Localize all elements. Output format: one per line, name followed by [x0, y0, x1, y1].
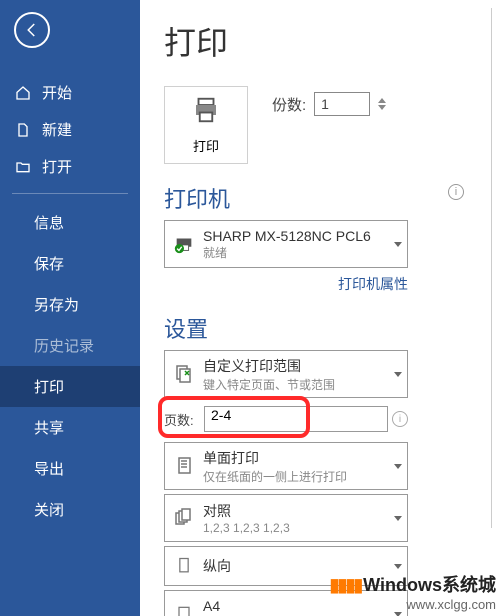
- pages-input[interactable]: 2-4: [204, 406, 388, 432]
- printer-icon: [189, 95, 223, 130]
- sidebar-item-save-as[interactable]: 另存为: [0, 284, 140, 325]
- sidebar-item-open[interactable]: 打开: [0, 148, 140, 185]
- pages-info-icon[interactable]: i: [392, 411, 408, 427]
- collate-main: 对照: [203, 501, 389, 521]
- folder-open-icon: [14, 158, 32, 176]
- printer-name: SHARP MX-5128NC PCL6: [203, 228, 389, 244]
- watermark-url: www.xclgg.com: [330, 597, 496, 612]
- chevron-down-icon: [389, 221, 407, 267]
- chevron-down-icon: [389, 351, 407, 397]
- sidebar-item-label: 新建: [42, 119, 72, 140]
- watermark: ▮▮▮▮Windows系统城 www.xclgg.com: [330, 571, 496, 612]
- sidebar-separator: [12, 193, 128, 194]
- printer-properties-link[interactable]: 打印机属性: [164, 274, 408, 294]
- back-button[interactable]: [14, 12, 50, 48]
- preview-divider: [491, 8, 492, 528]
- printer-status-icon: [165, 233, 203, 255]
- sidebar-item-info[interactable]: 信息: [0, 202, 140, 243]
- collate-icon: [165, 506, 203, 530]
- copies-label: 份数:: [272, 94, 306, 115]
- portrait-icon: [165, 554, 203, 578]
- sidebar-item-new[interactable]: 新建: [0, 111, 140, 148]
- page-title: 打印: [164, 18, 500, 64]
- printer-dropdown[interactable]: SHARP MX-5128NC PCL6 就绪: [164, 220, 408, 268]
- print-side-dropdown[interactable]: 单面打印 仅在纸面的一侧上进行打印: [164, 442, 408, 490]
- watermark-bars-icon: ▮▮▮▮: [330, 575, 362, 595]
- copies-down-button[interactable]: [378, 105, 386, 110]
- sidebar-item-close[interactable]: 关闭: [0, 489, 140, 530]
- collate-dropdown[interactable]: 对照 1,2,3 1,2,3 1,2,3: [164, 494, 408, 542]
- print-button[interactable]: 打印: [164, 86, 248, 164]
- sidebar-item-label: 开始: [42, 82, 72, 103]
- chevron-down-icon: [389, 443, 407, 489]
- paper-size-icon: [165, 602, 203, 616]
- settings-section-title: 设置: [164, 312, 500, 344]
- copies-up-button[interactable]: [378, 98, 386, 103]
- printer-info-icon[interactable]: i: [448, 184, 464, 200]
- file-icon: [14, 121, 32, 139]
- sidebar-item-label: 打开: [42, 156, 72, 177]
- sidebar-item-share[interactable]: 共享: [0, 407, 140, 448]
- sidebar-item-save[interactable]: 保存: [0, 243, 140, 284]
- print-side-sub: 仅在纸面的一侧上进行打印: [203, 468, 389, 485]
- home-icon: [14, 84, 32, 102]
- sidebar-item-history[interactable]: 历史记录: [0, 325, 140, 366]
- printer-section-title: 打印机: [164, 182, 230, 214]
- backstage-sidebar: 开始 新建 打开 信息 保存 另存为 历史记录 打印 共享 导出 关闭: [0, 0, 140, 616]
- print-range-sub: 键入特定页面、节或范围: [203, 376, 389, 393]
- print-side-main: 单面打印: [203, 448, 389, 468]
- sidebar-item-home[interactable]: 开始: [0, 74, 140, 111]
- printer-status: 就绪: [203, 244, 389, 261]
- pages-range-icon: [165, 362, 203, 386]
- print-range-dropdown[interactable]: 自定义打印范围 键入特定页面、节或范围: [164, 350, 408, 398]
- copies-input[interactable]: 1: [314, 92, 370, 116]
- print-range-main: 自定义打印范围: [203, 356, 389, 376]
- watermark-text: Windows系统城: [363, 575, 496, 595]
- chevron-down-icon: [389, 495, 407, 541]
- sidebar-item-export[interactable]: 导出: [0, 448, 140, 489]
- copies-spinner: [378, 98, 386, 110]
- print-panel: 打印 打印 份数: 1 打印机 i: [140, 0, 500, 616]
- pages-label: 页数:: [164, 410, 204, 429]
- collate-sub: 1,2,3 1,2,3 1,2,3: [203, 521, 389, 535]
- sidebar-item-print[interactable]: 打印: [0, 366, 140, 407]
- print-button-label: 打印: [193, 136, 219, 155]
- single-side-icon: [165, 454, 203, 478]
